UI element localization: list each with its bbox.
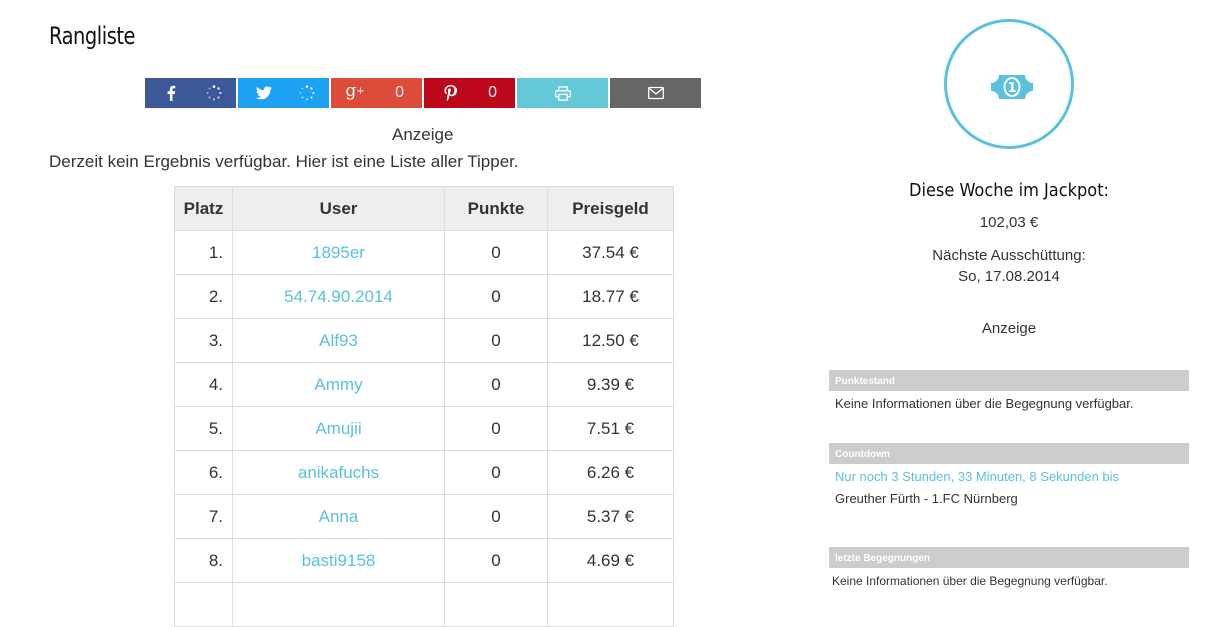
points-cell [444,582,548,627]
user-cell: Ammy [232,362,445,407]
page-title: Rangliste [49,22,136,50]
prize-cell: 6.26 € [547,450,674,495]
widget-header-punktestand: Punktestand [829,370,1189,391]
table-row: 2. 54.74.90.2014 0 18.77 € [174,274,674,319]
points-cell: 0 [444,450,548,495]
prize-cell: 9.39 € [547,362,674,407]
table-row: 6. anikafuchs 0 6.26 € [174,450,674,495]
loading-spinner-icon [299,85,315,101]
points-cell: 0 [444,406,548,451]
user-cell: Alf93 [232,318,445,363]
prize-cell: 5.37 € [547,494,674,539]
points-cell: 0 [444,362,548,407]
prize-cell [547,582,674,627]
prize-cell: 12.50 € [547,318,674,363]
user-link[interactable]: Ammy [314,375,362,394]
print-icon [554,85,571,101]
pinterest-icon [442,85,458,101]
pinterest-count: 0 [488,84,497,101]
prize-cell: 37.54 € [547,230,674,275]
points-cell: 0 [444,318,548,363]
prize-cell: 7.51 € [547,406,674,451]
user-link[interactable]: Alf93 [319,331,358,350]
ranking-table: Platz User Punkte Preisgeld 1. 1895er 0 … [174,186,674,627]
user-cell [232,582,445,627]
rank-cell [174,582,233,627]
points-cell: 0 [444,274,548,319]
points-cell: 0 [444,230,548,275]
user-link[interactable]: Anna [319,507,359,526]
points-cell: 0 [444,494,548,539]
mail-button[interactable] [610,78,701,108]
rank-cell: 2. [174,274,233,319]
table-row: 1. 1895er 0 37.54 € [174,230,674,275]
rank-cell: 3. [174,318,233,363]
widget-text: Keine Informationen über die Begegnung v… [832,574,1108,588]
table-row: 5. Amujii 0 7.51 € [174,406,674,451]
rank-cell: 7. [174,494,233,539]
user-link[interactable]: 54.74.90.2014 [284,287,393,306]
column-header-punkte[interactable]: Punkte [444,186,548,231]
prize-cell: 4.69 € [547,538,674,583]
user-link[interactable]: 1895er [312,243,365,262]
rank-cell: 4. [174,362,233,407]
googleplus-share-button[interactable]: g + 0 [331,78,422,108]
googleplus-count: 0 [395,84,404,101]
twitter-icon [256,85,272,101]
share-bar: g + 0 0 [145,78,701,108]
sidebar-ad-label: Anzeige [981,320,1037,337]
prize-cell: 18.77 € [547,274,674,319]
jackpot-amount: 102,03 € [979,214,1039,231]
facebook-icon [163,85,179,101]
loading-spinner-icon [206,85,222,101]
facebook-share-button[interactable] [145,78,236,108]
pinterest-share-button[interactable]: 0 [424,78,515,108]
googleplus-icon: g + [345,81,365,101]
user-cell: Anna [232,494,445,539]
user-cell: 1895er [232,230,445,275]
mail-icon [647,85,664,101]
print-button[interactable] [517,78,608,108]
rank-cell: 6. [174,450,233,495]
table-row-partial [174,582,674,627]
widget-header-countdown: Countdown [829,443,1189,464]
rank-cell: 1. [174,230,233,275]
money-icon: 1 [991,75,1033,99]
jackpot-badge: 1 [944,19,1074,149]
table-row: 3. Alf93 0 12.50 € [174,318,674,363]
points-cell: 0 [444,538,548,583]
user-link[interactable]: Amujii [315,419,361,438]
countdown-match: Greuther Fürth - 1.FC Nürnberg [835,491,1018,506]
countdown-link[interactable]: Nur noch 3 Stunden, 33 Minuten, 8 Sekund… [835,469,1119,484]
twitter-share-button[interactable] [238,78,329,108]
rank-cell: 8. [174,538,233,583]
svg-text:1: 1 [1007,81,1016,96]
table-row: 4. Ammy 0 9.39 € [174,362,674,407]
table-row: 8. basti9158 0 4.69 € [174,538,674,583]
column-header-preisgeld[interactable]: Preisgeld [547,186,674,231]
user-link[interactable]: basti9158 [302,551,376,570]
table-row: 7. Anna 0 5.37 € [174,494,674,539]
user-cell: Amujii [232,406,445,451]
rank-cell: 5. [174,406,233,451]
next-payout-label: Nächste Ausschüttung: [932,247,1086,264]
jackpot-title: Diese Woche im Jackpot: [908,180,1109,201]
next-payout-date: So, 17.08.2014 [958,268,1060,285]
ad-label: Anzeige [392,125,454,144]
widget-header-letzte-begegnungen: letzte Begegnungen [829,547,1189,568]
user-link[interactable]: anikafuchs [298,463,379,482]
table-header-row: Platz User Punkte Preisgeld [174,186,674,231]
column-header-user[interactable]: User [232,186,445,231]
widget-text: Keine Informationen über die Begegnung v… [835,396,1134,411]
intro-text: Derzeit kein Ergebnis verfügbar. Hier is… [49,152,519,171]
user-cell: basti9158 [232,538,445,583]
user-cell: anikafuchs [232,450,445,495]
user-cell: 54.74.90.2014 [232,274,445,319]
column-header-platz[interactable]: Platz [174,186,233,231]
